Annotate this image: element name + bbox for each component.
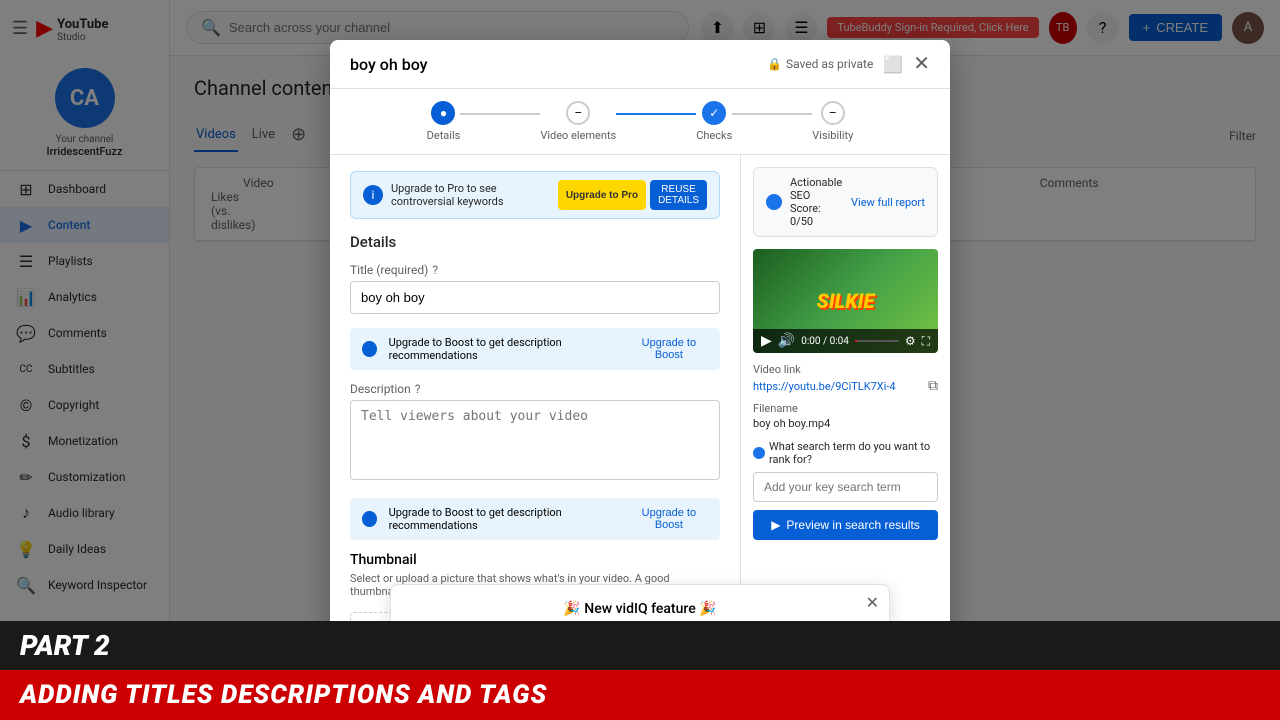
volume-button[interactable]: 🔊 <box>778 333 795 349</box>
preview-search-button[interactable]: ▶ Preview in search results <box>753 510 938 540</box>
part2-text: PART 2 <box>20 629 110 662</box>
upgrade-boost-button-1[interactable]: Upgrade to Boost <box>630 337 708 361</box>
video-link-url: https://youtu.be/9CiTLK7Xi-4 ⧉ <box>753 378 938 394</box>
search-rank-label: What search term do you want to rank for… <box>753 440 938 466</box>
upgrade-pro-button[interactable]: Upgrade to Pro <box>558 180 646 210</box>
description-group: Description ? <box>350 382 720 484</box>
modal-title: boy oh boy <box>350 55 428 74</box>
step-video-elements: – Video elements <box>540 101 616 142</box>
boost-icon-2 <box>362 511 377 527</box>
step-line-1 <box>460 113 540 115</box>
title-help-icon: ? <box>432 263 438 277</box>
title-input[interactable] <box>350 281 720 314</box>
modal-backdrop: boy oh boy 🔒 Saved as private ⬜ ✕ ● Deta… <box>0 0 1280 720</box>
step-label-video: Video elements <box>540 129 616 142</box>
section-title: Details <box>350 233 720 251</box>
upgrade-btn-group: Upgrade to Pro REUSE DETAILS <box>558 180 707 210</box>
seo-score-link[interactable]: View full report <box>851 196 925 209</box>
lock-icon: 🔒 <box>767 57 782 71</box>
step-label-checks: Checks <box>696 129 732 142</box>
step-label-visibility: Visibility <box>812 129 853 142</box>
video-preview: SILKIE ▶ 🔊 0:00 / 0:04 ⚙ ⛶ <box>753 249 938 353</box>
modal-header-right: 🔒 Saved as private ⬜ ✕ <box>767 54 930 74</box>
copy-link-button[interactable]: ⧉ <box>928 378 938 394</box>
description-input[interactable] <box>350 400 720 480</box>
step-circle-details: ● <box>431 101 455 125</box>
share-icon[interactable]: ⬜ <box>883 55 903 74</box>
rank-icon <box>753 447 765 459</box>
step-circle-video: – <box>566 101 590 125</box>
thumbnail-label: Thumbnail <box>350 552 720 568</box>
filename-value: boy oh boy.mp4 <box>753 417 938 430</box>
video-link-text[interactable]: https://youtu.be/9CiTLK7Xi-4 <box>753 380 896 393</box>
video-link-section: Video link https://youtu.be/9CiTLK7Xi-4 … <box>753 363 938 394</box>
modal-header: boy oh boy 🔒 Saved as private ⬜ ✕ <box>330 40 950 89</box>
step-checks: ✓ Checks <box>696 101 732 142</box>
video-time: 0:00 / 0:04 <box>801 336 849 347</box>
video-title-overlay: SILKIE <box>817 289 875 313</box>
step-circle-visibility: – <box>821 101 845 125</box>
feature-popup-title: 🎉 New vidIQ feature 🎉 <box>411 601 869 617</box>
video-controls: ▶ 🔊 0:00 / 0:04 ⚙ ⛶ <box>753 329 938 353</box>
description-label: Description ? <box>350 382 720 396</box>
banner-part2: PART 2 <box>0 621 1280 670</box>
overlay-banner: PART 2 ADDING TITLES DESCRIPTIONS AND TA… <box>0 621 1280 720</box>
upgrade-boost-button-2[interactable]: Upgrade to Boost <box>630 507 708 531</box>
step-line-3 <box>732 113 812 115</box>
saved-badge: 🔒 Saved as private <box>767 57 873 71</box>
step-line-2 <box>616 113 696 115</box>
video-progress[interactable] <box>855 340 899 342</box>
filename-label: Filename <box>753 402 938 415</box>
adding-text: ADDING TITLES DESCRIPTIONS AND TAGS <box>20 680 547 710</box>
modal-close-button[interactable]: ✕ <box>913 54 930 74</box>
video-link-label: Video link <box>753 363 938 376</box>
reuse-details-button[interactable]: REUSE DETAILS <box>650 180 707 210</box>
feature-popup-close-button[interactable]: ✕ <box>866 593 879 613</box>
boost-icon-1 <box>362 341 377 357</box>
play-button[interactable]: ▶ <box>761 333 772 349</box>
step-label-details: Details <box>427 129 461 142</box>
search-rank-section: What search term do you want to rank for… <box>753 440 938 540</box>
fullscreen-icon[interactable]: ⛶ <box>922 334 930 349</box>
video-progress-fill <box>855 340 857 342</box>
upgrade-banner: i Upgrade to Pro to see controversial ke… <box>350 171 720 219</box>
seo-score-box: Actionable SEO Score: 0/50 View full rep… <box>753 167 938 237</box>
step-circle-checks: ✓ <box>702 101 726 125</box>
preview-icon: ▶ <box>771 518 780 532</box>
boost-banner-1: Upgrade to Boost to get description reco… <box>350 328 720 370</box>
stepper: ● Details – Video elements ✓ Checks – Vi… <box>330 89 950 155</box>
title-label: Title (required) ? <box>350 263 720 277</box>
step-visibility: – Visibility <box>812 101 853 142</box>
step-details: ● Details <box>427 101 461 142</box>
title-group: Title (required) ? <box>350 263 720 314</box>
seo-icon <box>766 194 782 210</box>
banner-adding: ADDING TITLES DESCRIPTIONS AND TAGS <box>0 670 1280 720</box>
seo-score-text: Actionable SEO Score: 0/50 <box>790 176 843 228</box>
filename-section: Filename boy oh boy.mp4 <box>753 402 938 430</box>
boost-banner-2: Upgrade to Boost to get description reco… <box>350 498 720 540</box>
upgrade-text: i Upgrade to Pro to see controversial ke… <box>363 182 558 208</box>
upgrade-icon: i <box>363 185 383 205</box>
key-search-input[interactable] <box>753 472 938 502</box>
video-settings-icon[interactable]: ⚙ <box>905 334 916 348</box>
desc-help-icon: ? <box>415 382 421 396</box>
